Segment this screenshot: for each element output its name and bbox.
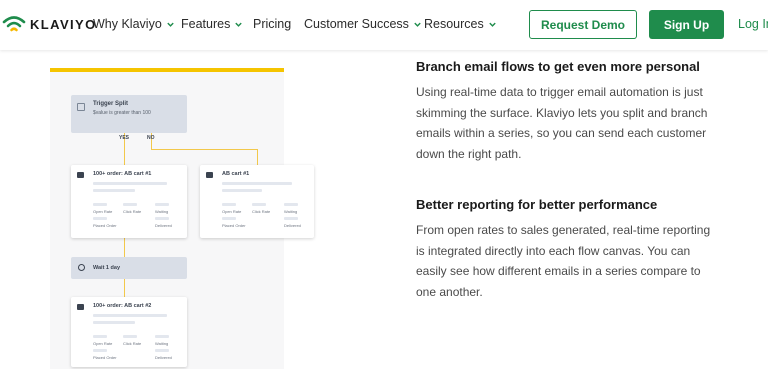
nav-label: Features [181, 17, 231, 31]
placeholder-bar [155, 203, 169, 206]
feature-title: Branch email flows to get even more pers… [416, 59, 700, 74]
brand-name: KLAVIYO [30, 16, 97, 32]
feature-description: Using real-time data to trigger email au… [416, 85, 708, 161]
connector-line [124, 238, 125, 257]
metric-label: Placed Order [93, 355, 117, 360]
metric-label: Placed Order [93, 223, 117, 228]
top-navigation: KLAVIYO Why Klaviyo Features Pricing Cus… [0, 0, 768, 50]
metric-label: Click Rate [252, 209, 271, 214]
placeholder-bar [284, 203, 298, 206]
metric-label: Delivered [155, 223, 172, 228]
wait-node: Wait 1 day [71, 257, 187, 279]
chevron-down-icon [235, 22, 243, 27]
placeholder-bar [123, 203, 137, 206]
email-node-title: 100+ order: AB cart #2 [93, 303, 152, 309]
clock-icon [78, 264, 85, 271]
flow-diagram-illustration: Trigger Split $value is greater than 100… [50, 68, 314, 369]
request-demo-button[interactable]: Request Demo [529, 10, 637, 39]
placeholder-bar [222, 189, 262, 192]
metric-label: Waiting [284, 209, 298, 214]
placeholder-bar [155, 335, 169, 338]
metric-label: Waiting [155, 341, 169, 346]
placeholder-bar [93, 182, 167, 185]
yes-label: YES [119, 135, 130, 141]
metric-label: Delivered [284, 223, 301, 228]
nav-customer-success[interactable]: Customer Success [304, 17, 422, 31]
placeholder-bar [252, 203, 266, 206]
wait-label: Wait 1 day [93, 265, 120, 271]
placeholder-bar [93, 203, 107, 206]
nav-resources[interactable]: Resources [424, 17, 497, 31]
metric-label: Delivered [155, 355, 172, 360]
metric-label: Click Rate [123, 209, 142, 214]
placeholder-bar [93, 335, 107, 338]
placeholder-bar [93, 314, 167, 317]
nav-label: Pricing [253, 17, 292, 31]
connector-line [151, 149, 258, 150]
placeholder-bar [155, 349, 169, 352]
placeholder-bar [222, 217, 236, 220]
email-icon [77, 304, 84, 310]
metric-label: Click Rate [123, 341, 142, 346]
chevron-down-icon [489, 22, 496, 27]
metric-label: Open Rate [93, 341, 113, 346]
trigger-split-title: Trigger Split [93, 101, 129, 107]
feature-better-reporting: Better reporting for better performance … [416, 196, 716, 302]
email-node-card: 100+ order: AB cart #2 Open Rate Click R… [71, 297, 187, 367]
nav-label: Customer Success [304, 17, 409, 31]
placeholder-bar [222, 203, 236, 206]
split-icon [77, 103, 85, 111]
placeholder-bar [93, 321, 135, 324]
trigger-split-node: Trigger Split $value is greater than 100 [71, 95, 187, 133]
connector-line [124, 279, 125, 297]
feature-title: Better reporting for better performance [416, 197, 658, 212]
metric-label: Placed Order [222, 223, 246, 228]
wifi-logo-icon [2, 16, 26, 32]
email-node-card: AB cart #1 Open Rate Click Rate Waiting … [200, 165, 314, 238]
sign-up-button[interactable]: Sign Up [649, 10, 724, 39]
nav-label: Resources [424, 17, 484, 31]
metric-label: Open Rate [93, 209, 113, 214]
feature-description: From open rates to sales generated, real… [416, 223, 711, 299]
placeholder-bar [93, 217, 107, 220]
nav-label: Why Klaviyo [93, 17, 162, 31]
metric-label: Waiting [155, 209, 169, 214]
no-label: NO [147, 135, 155, 141]
placeholder-bar [123, 335, 137, 338]
nav-why-klaviyo[interactable]: Why Klaviyo [93, 17, 175, 31]
placeholder-bar [222, 182, 292, 185]
placeholder-bar [284, 217, 298, 220]
placeholder-bar [155, 217, 169, 220]
klaviyo-logo[interactable]: KLAVIYO [2, 13, 97, 35]
nav-features[interactable]: Features [181, 17, 243, 31]
placeholder-bar [93, 349, 107, 352]
email-node-card: 100+ order: AB cart #1 Open Rate Click R… [71, 165, 187, 238]
feature-branch-flows: Branch email flows to get even more pers… [416, 58, 716, 164]
email-node-title: AB cart #1 [222, 171, 250, 177]
chevron-down-icon [167, 22, 174, 27]
chevron-down-icon [414, 22, 421, 27]
email-icon [77, 172, 84, 178]
connector-line [257, 149, 258, 165]
email-icon [206, 172, 213, 178]
metric-label: Open Rate [222, 209, 242, 214]
trigger-split-condition: $value is greater than 100 [93, 110, 151, 116]
login-link[interactable]: Log In [738, 17, 768, 31]
placeholder-bar [93, 189, 135, 192]
email-node-title: 100+ order: AB cart #1 [93, 171, 152, 177]
nav-pricing[interactable]: Pricing [253, 17, 291, 31]
